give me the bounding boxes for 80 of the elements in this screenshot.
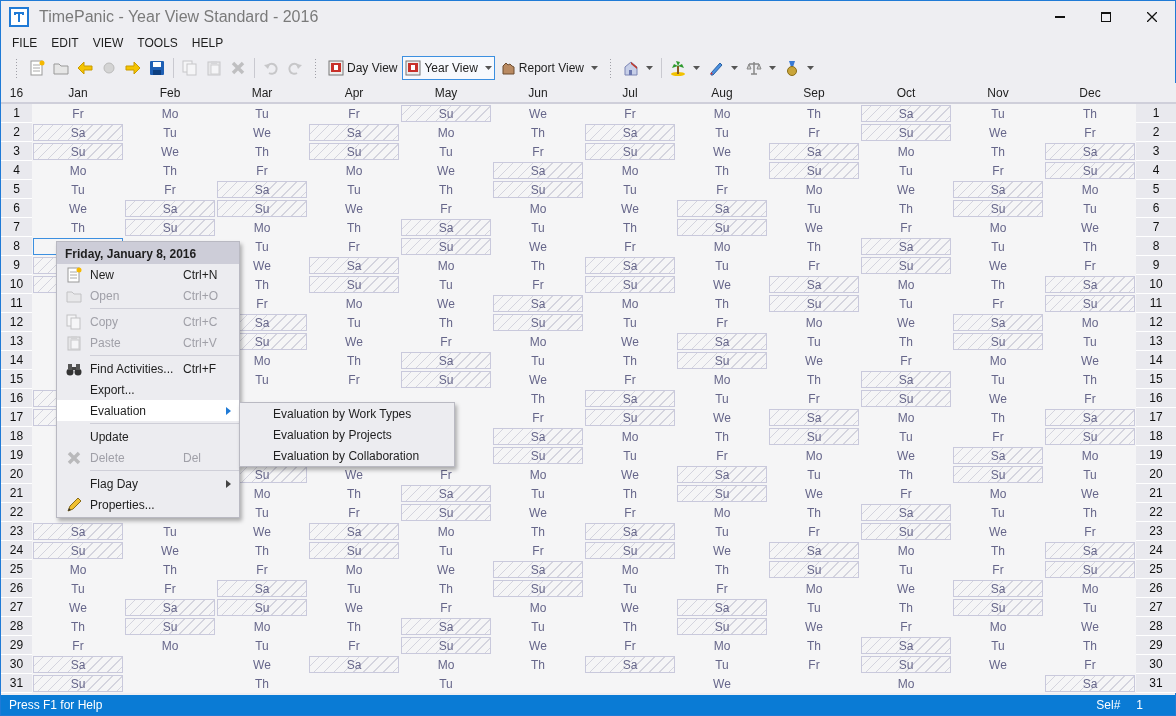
row-number: 13 (1, 332, 32, 351)
row-number: 4 (1, 161, 32, 180)
row-number: 5 (1136, 180, 1176, 199)
row-number: 22 (1, 503, 32, 522)
row-number: 18 (1136, 427, 1176, 446)
row-number: 9 (1136, 256, 1176, 275)
row-number: 8 (1, 237, 32, 256)
menu-title: Friday, January 8, 2016 (57, 242, 239, 264)
row-number: 4 (1136, 161, 1176, 180)
row-number: 27 (1, 598, 32, 617)
row-number: 10 (1, 275, 32, 294)
month-header: Jun (492, 83, 584, 104)
row-number: 23 (1, 522, 32, 541)
row-number: 16 (1136, 389, 1176, 408)
row-number: 1 (1136, 104, 1176, 123)
row-number: 16 (1, 389, 32, 408)
year-label: 16 (1, 83, 32, 104)
row-number: 3 (1, 142, 32, 161)
row-number: 21 (1136, 484, 1176, 503)
row-number: 27 (1136, 598, 1176, 617)
month-header: Jan (32, 83, 124, 104)
month-header: Nov (952, 83, 1044, 104)
row-number: 28 (1, 617, 32, 636)
row-number: 24 (1136, 541, 1176, 560)
row-number: 12 (1, 313, 32, 332)
month-header: Dec (1044, 83, 1136, 104)
row-number: 3 (1136, 142, 1176, 161)
row-number: 22 (1136, 503, 1176, 522)
row-number: 18 (1, 427, 32, 446)
row-number: 2 (1136, 123, 1176, 142)
row-number: 7 (1136, 218, 1176, 237)
row-number: 9 (1, 256, 32, 275)
row-number: 28 (1136, 617, 1176, 636)
row-number: 7 (1, 218, 32, 237)
month-header: Feb (124, 83, 216, 104)
row-number: 25 (1, 560, 32, 579)
row-number: 15 (1, 370, 32, 389)
window-title: TimePanic - Year View Standard - 2016 (39, 7, 319, 27)
row-number: 31 (1136, 674, 1176, 693)
row-number: 30 (1136, 655, 1176, 674)
row-number: 6 (1, 199, 32, 218)
status-text: Press F1 for Help (9, 697, 103, 714)
month-header: Aug (676, 83, 768, 104)
row-number: 21 (1, 484, 32, 503)
row-number: 26 (1136, 579, 1176, 598)
row-number: 17 (1136, 408, 1176, 427)
row-number: 1 (1, 104, 32, 123)
row-number: 14 (1, 351, 32, 370)
row-number: 29 (1, 636, 32, 655)
row-number: 23 (1136, 522, 1176, 541)
row-number: 2 (1, 123, 32, 142)
row-number: 6 (1136, 199, 1176, 218)
selection-count: 1 (1136, 697, 1143, 714)
row-number: 10 (1136, 275, 1176, 294)
row-number: 12 (1136, 313, 1176, 332)
row-number: 19 (1136, 446, 1176, 465)
row-number: 19 (1, 446, 32, 465)
month-header: Apr (308, 83, 400, 104)
row-number: 20 (1136, 465, 1176, 484)
row-number: 8 (1136, 237, 1176, 256)
row-number: 11 (1, 294, 32, 313)
row-number: 29 (1136, 636, 1176, 655)
row-number: 13 (1136, 332, 1176, 351)
row-number: 25 (1136, 560, 1176, 579)
row-number: 17 (1, 408, 32, 427)
month-header: Jul (584, 83, 676, 104)
row-number: 5 (1, 180, 32, 199)
row-number: 30 (1, 655, 32, 674)
month-header: Sep (768, 83, 860, 104)
row-number: 14 (1136, 351, 1176, 370)
row-number: 24 (1, 541, 32, 560)
month-header: May (400, 83, 492, 104)
month-header: Oct (860, 83, 952, 104)
row-number: 15 (1136, 370, 1176, 389)
month-header: Mar (216, 83, 308, 104)
row-number: 20 (1, 465, 32, 484)
row-number: 31 (1, 674, 32, 693)
selection-label: Sel# (1096, 697, 1121, 714)
row-number: 11 (1136, 294, 1176, 313)
row-number: 26 (1, 579, 32, 598)
